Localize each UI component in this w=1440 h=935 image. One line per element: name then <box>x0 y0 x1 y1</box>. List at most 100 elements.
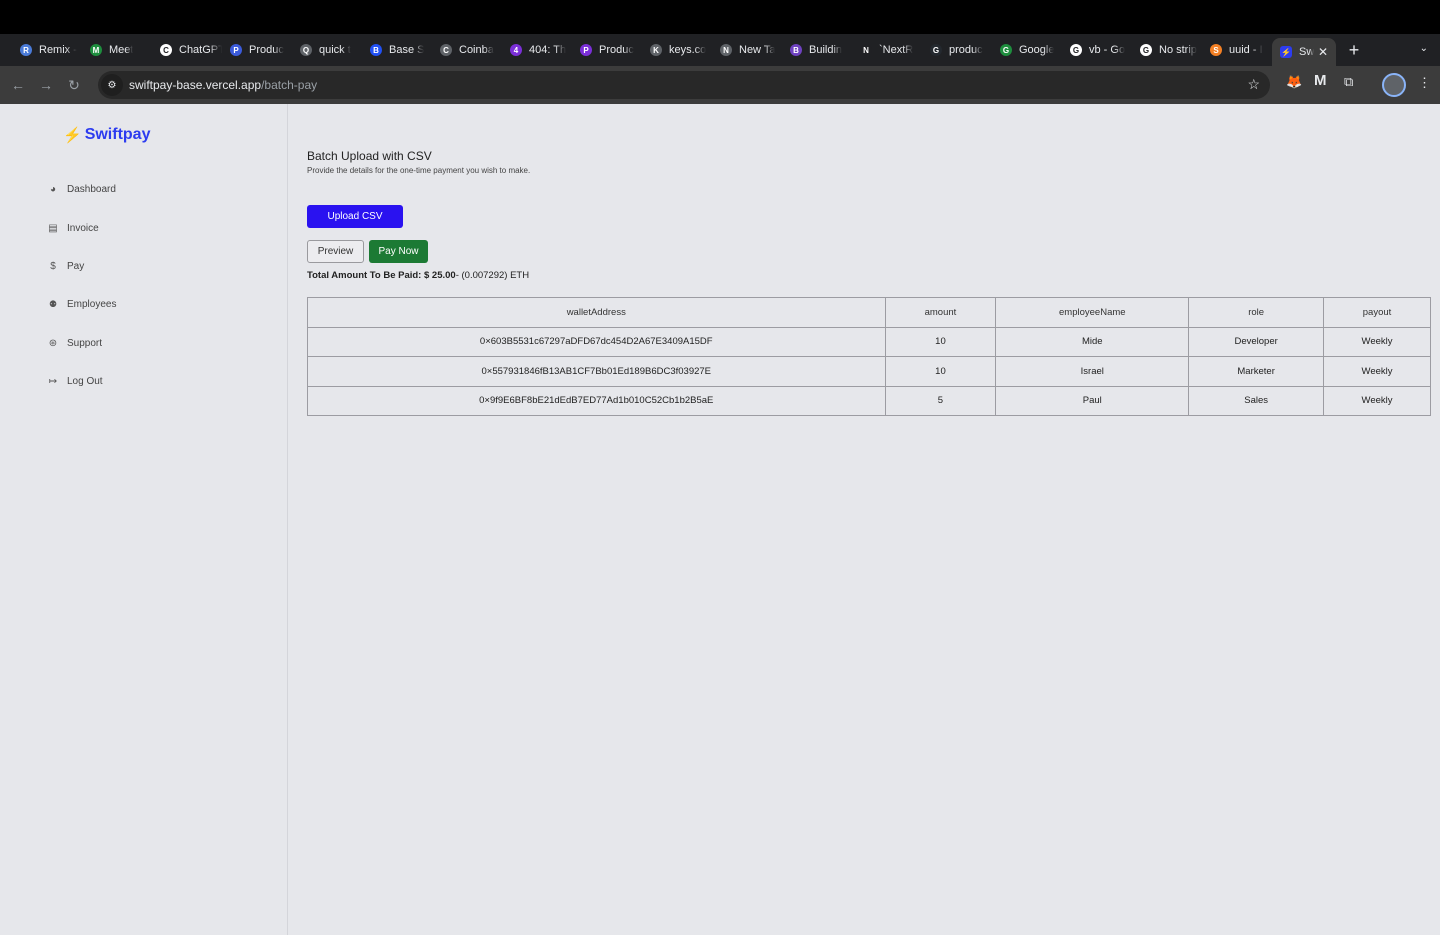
tab-favicon-icon: R <box>20 44 32 56</box>
gauge-icon: ◕ <box>49 184 57 195</box>
tab-title: New Ta <box>739 44 776 56</box>
browser-tab[interactable]: C Coinba <box>432 36 502 64</box>
tab-favicon-icon: P <box>230 44 242 56</box>
tab-title: Buildin <box>809 44 843 56</box>
tab-title: vb - Go <box>1089 44 1126 56</box>
url-text[interactable]: swiftpay-base.vercel.app/batch-pay <box>129 78 317 92</box>
tab-title: keys.co <box>669 44 707 56</box>
upload-csv-button[interactable]: Upload CSV <box>307 205 403 228</box>
sidebar-item-support[interactable]: ⊛ Support <box>47 338 102 349</box>
column-header: role <box>1188 297 1325 328</box>
browser-tab[interactable]: R Remix - <box>12 36 82 64</box>
tab-favicon-icon: B <box>790 44 802 56</box>
browser-tab[interactable]: Suuid - I <box>1202 36 1272 64</box>
swiftpay-favicon-icon: ⚡ <box>1280 46 1292 58</box>
browser-tab[interactable]: B Buildin <box>782 36 852 64</box>
browser-tab[interactable]: Kkeys.co <box>642 36 712 64</box>
tab-title: Produc <box>249 44 284 56</box>
total-amount-eth: - (0.007292) ETH <box>455 270 530 281</box>
sidebar: ⚡ Swiftpay ◕ Dashboard ▤ Invoice $ Pay ⚉… <box>0 104 288 935</box>
browser-tab[interactable]: P Produc <box>222 36 292 64</box>
table-row: 0×603B5531c67297aDFD67dc454D2A67E3409A15… <box>307 326 1431 357</box>
tab-favicon-icon: N <box>720 44 732 56</box>
browser-tab[interactable]: N New Ta <box>712 36 782 64</box>
new-tab-button[interactable]: + <box>1344 40 1364 61</box>
pay-now-button[interactable]: Pay Now <box>369 240 428 263</box>
sidebar-item-label: Employees <box>67 299 117 310</box>
metamask-extension-icon[interactable]: 🦊 <box>1286 74 1302 90</box>
lifebuoy-icon: ⊛ <box>48 338 58 349</box>
table-header-row: walletAddress amount employeeName role p… <box>307 297 1431 328</box>
preview-button[interactable]: Preview <box>307 240 364 263</box>
dollar-icon: $ <box>50 261 56 272</box>
brand-logo[interactable]: ⚡ Swiftpay <box>63 126 150 144</box>
back-icon[interactable]: ← <box>4 77 32 93</box>
profile-avatar[interactable] <box>1382 73 1406 97</box>
tab-favicon-icon: B <box>370 44 382 56</box>
reload-icon[interactable]: ↻ <box>60 77 88 94</box>
browser-tab-active[interactable]: ⚡ Sw ✕ <box>1272 38 1336 66</box>
sidebar-item-label: Log Out <box>67 376 103 387</box>
tab-favicon-icon: M <box>90 44 102 56</box>
page-subtitle: Provide the details for the one-time pay… <box>307 166 531 175</box>
payout-cell: Weekly <box>1323 326 1431 357</box>
table-row: 0×9f9E6BF8bE21dEdB7ED77Ad1b010C52Cb1b2B5… <box>307 385 1431 416</box>
browser-tab[interactable]: C ChatGPT <box>152 36 222 64</box>
browser-tab[interactable]: N `NextR <box>852 36 922 64</box>
tab-title: Produc <box>599 44 634 56</box>
sidebar-item-label: Dashboard <box>67 184 116 195</box>
logout-icon: ↦ <box>48 376 58 387</box>
sidebar-item-logout[interactable]: ↦ Log Out <box>47 376 103 387</box>
browser-tab[interactable]: G Google <box>992 36 1062 64</box>
tab-search-icon[interactable]: ⌄ <box>1420 43 1428 54</box>
main-content: Batch Upload with CSV Provide the detail… <box>288 104 1440 935</box>
tab-favicon-icon: G <box>1070 44 1082 56</box>
sidebar-item-label: Support <box>67 338 103 349</box>
employee-name-cell: Paul <box>995 385 1190 416</box>
tab-favicon-icon: C <box>440 44 452 56</box>
wallet-address-cell: 0×603B5531c67297aDFD67dc454D2A67E3409A15… <box>307 326 886 357</box>
browser-tab[interactable]: Gproduc <box>922 36 992 64</box>
browser-menu-icon[interactable]: ⋮ <box>1418 75 1431 91</box>
tab-title: `NextR <box>879 44 914 56</box>
amount-cell: 10 <box>884 356 997 387</box>
browser-tab[interactable]: B Base S <box>362 36 432 64</box>
payments-table: walletAddress amount employeeName role p… <box>307 297 1431 416</box>
tab-title: Meet <box>109 44 134 56</box>
extensions-puzzle-icon[interactable]: ⧉ <box>1344 74 1353 90</box>
sidebar-item-invoice[interactable]: ▤ Invoice <box>47 223 99 234</box>
browser-tab[interactable]: Qquick t <box>292 36 362 64</box>
tab-title: No strip <box>1159 44 1197 56</box>
forward-icon[interactable]: → <box>32 77 60 93</box>
browser-tab[interactable]: M Meet <box>82 36 152 64</box>
total-amount-usd: Total Amount To Be Paid: $ 25.00 <box>307 270 456 281</box>
tab-favicon-icon: P <box>580 44 592 56</box>
browser-tab[interactable]: Gvb - Go <box>1062 36 1132 64</box>
payout-cell: Weekly <box>1323 385 1431 416</box>
sidebar-item-employees[interactable]: ⚉ Employees <box>47 299 117 310</box>
role-cell: Marketer <box>1188 356 1325 387</box>
site-settings-icon[interactable]: ⚙ <box>101 74 123 96</box>
m-extension-icon[interactable]: M <box>1314 72 1327 89</box>
browser-tab[interactable]: P Produc <box>572 36 642 64</box>
tab-title: Google <box>1019 44 1055 56</box>
tab-favicon-icon: G <box>1140 44 1152 56</box>
browser-tab[interactable]: G No strip <box>1132 36 1202 64</box>
sidebar-item-dashboard[interactable]: ◕ Dashboard <box>47 184 116 195</box>
tab-title: produc <box>949 44 983 56</box>
close-tab-icon[interactable]: ✕ <box>1318 45 1328 59</box>
wallet-address-cell: 0×9f9E6BF8bE21dEdB7ED77Ad1b010C52Cb1b2B5… <box>307 385 886 416</box>
bookmark-star-icon[interactable]: ☆ <box>1247 76 1260 93</box>
browser-tab[interactable]: 4 404: Th <box>502 36 572 64</box>
tab-title: ChatGPT <box>179 44 222 56</box>
people-icon: ⚉ <box>48 299 58 309</box>
amount-cell: 5 <box>884 385 997 416</box>
omnibox[interactable]: ⚙ swiftpay-base.vercel.app/batch-pay ☆ <box>98 71 1270 99</box>
sidebar-item-label: Invoice <box>67 223 99 234</box>
sidebar-item-label: Pay <box>67 261 85 272</box>
tab-favicon-icon: K <box>650 44 662 56</box>
wallet-address-cell: 0×557931846fB13AB1CF7Bb01Ed189B6DC3f0392… <box>307 356 886 387</box>
role-cell: Sales <box>1188 385 1325 416</box>
sidebar-item-pay[interactable]: $ Pay <box>47 261 84 272</box>
document-icon: ▤ <box>48 223 58 234</box>
